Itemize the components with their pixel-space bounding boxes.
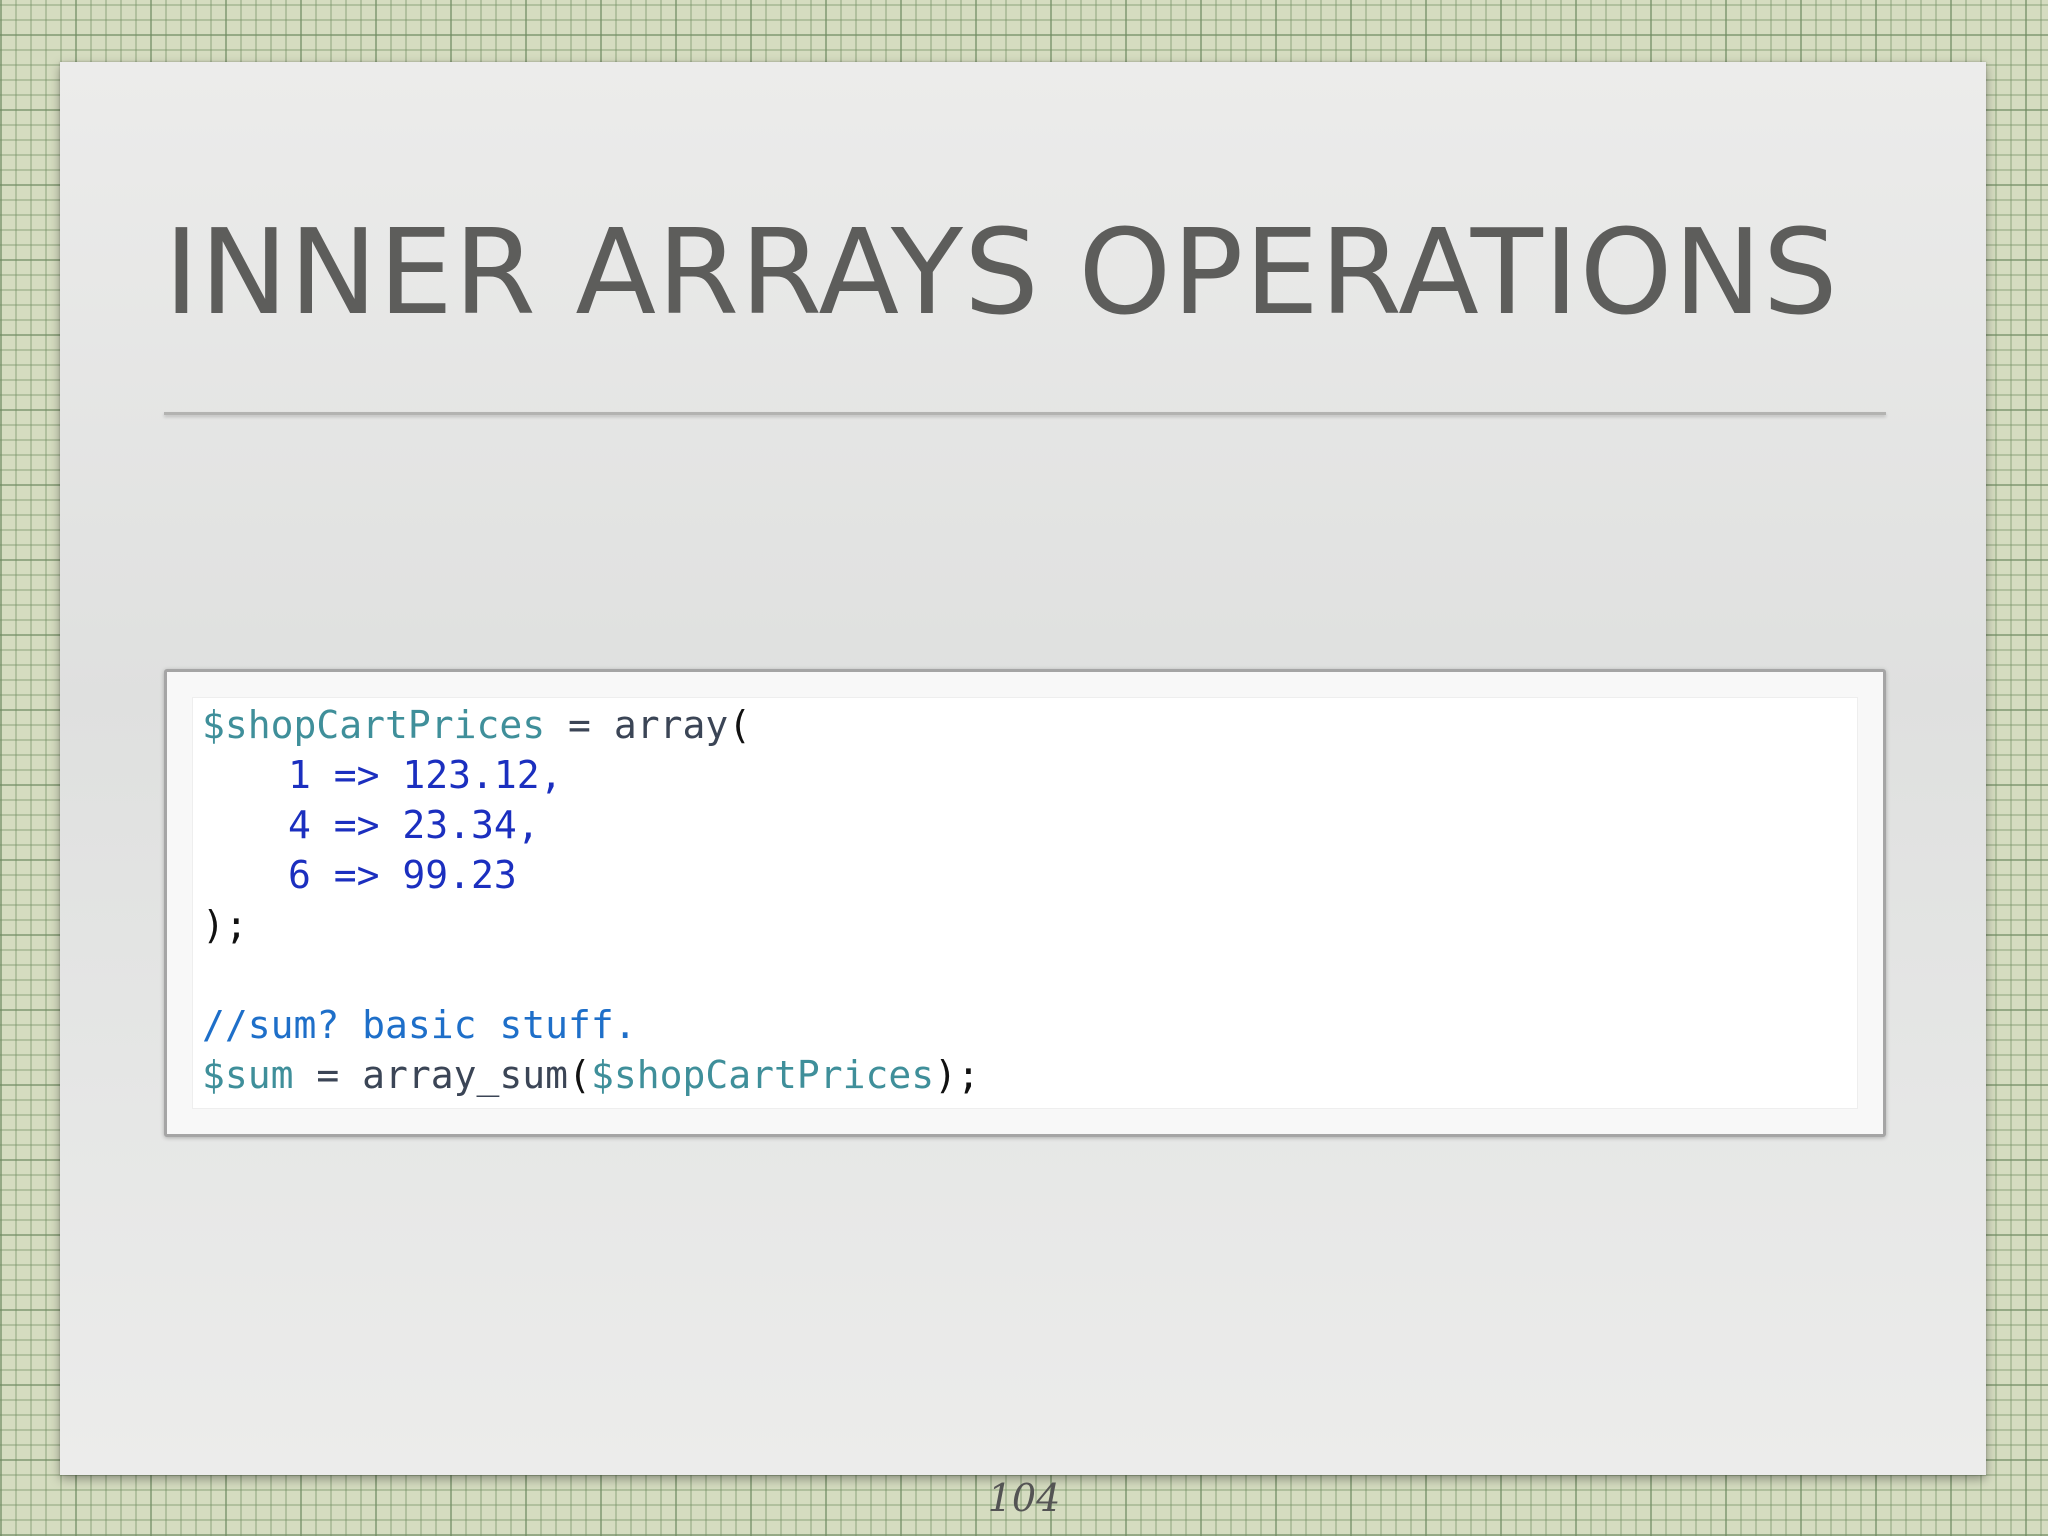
code-line-2: 1 => 123.12,: [288, 753, 563, 797]
code-punctuation: (: [568, 1053, 591, 1097]
code-line-8: $sum = array_sum($shopCartPrices);: [202, 1050, 980, 1100]
code-comment: //sum? basic stuff.: [202, 1003, 637, 1047]
code-punctuation: (: [728, 703, 752, 747]
code-operator: =: [545, 703, 614, 747]
code-panel: $shopCartPrices = array(1 => 123.12, 4 =>…: [192, 697, 1858, 1109]
slide-title: INNER ARRAYS OPERATIONS: [164, 203, 1839, 341]
code-line-1: $shopCartPrices = array(: [202, 700, 980, 750]
slide: INNER ARRAYS OPERATIONS $shopCartPrices …: [60, 62, 1986, 1475]
code-line-3: 4 => 23.34,: [288, 803, 540, 847]
code-line-4: 6 => 99.23: [288, 853, 517, 897]
code-variable: $shopCartPrices: [202, 703, 546, 747]
code-block: $shopCartPrices = array(1 => 123.12, 4 =>…: [164, 669, 1886, 1137]
page-number: 104: [987, 1476, 1061, 1520]
code-line-5: );: [202, 903, 248, 947]
code-variable: $sum: [202, 1053, 294, 1097]
code-punctuation: );: [934, 1053, 980, 1097]
code-operator: =: [293, 1053, 363, 1097]
code-function: array: [613, 703, 729, 747]
code-listing: $shopCartPrices = array(1 => 123.12, 4 =>…: [202, 700, 980, 1100]
code-argument: $shopCartPrices: [590, 1053, 935, 1097]
title-divider: [164, 412, 1886, 415]
code-function: array_sum: [362, 1053, 569, 1097]
